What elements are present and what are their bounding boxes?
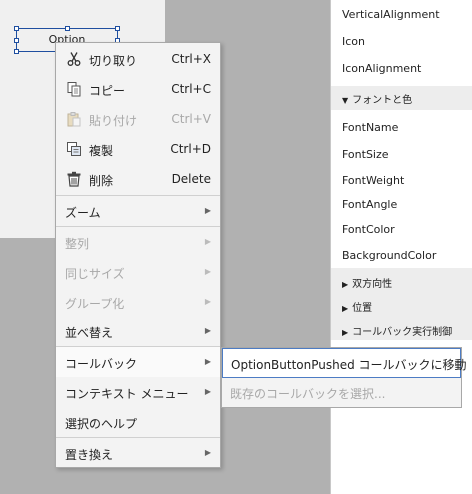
chevron-right-icon: ▶	[204, 326, 211, 335]
submenu-item-go-to-callback[interactable]: OptionButtonPushed コールバックに移動	[222, 348, 467, 378]
menu-item-label: 貼り付け	[89, 114, 138, 128]
paste-icon	[67, 112, 81, 127]
submenu-item-select-existing-callback[interactable]: 既存のコールバックを選択...	[230, 385, 385, 402]
resize-handle[interactable]	[14, 38, 19, 43]
scissors-icon	[67, 52, 81, 66]
menu-item-replace[interactable]: 置き換え ▶	[56, 438, 220, 468]
caret-right-icon: ▶	[342, 280, 349, 289]
callback-submenu: OptionButtonPushed コールバックに移動 既存のコールバックを選…	[221, 347, 467, 408]
menu-item-align[interactable]: 整列 ▶	[56, 227, 220, 257]
menu-item-duplicate[interactable]: 複製 Ctrl+D	[56, 134, 220, 164]
chevron-right-icon: ▶	[204, 387, 211, 396]
menu-item-label: コールバック	[65, 357, 138, 371]
menu-item-shortcut: Ctrl+C	[171, 82, 211, 96]
group-callback-execution[interactable]: ▶ コールバック実行制御	[342, 323, 452, 338]
menu-item-copy[interactable]: コピー Ctrl+C	[56, 74, 220, 104]
prop-icon-alignment[interactable]: IconAlignment	[342, 62, 421, 75]
chevron-right-icon: ▶	[204, 267, 211, 276]
group-bidirectional-label: 双方向性	[352, 279, 393, 290]
group-position[interactable]: ▶ 位置	[342, 299, 372, 314]
group-callback-execution-label: コールバック実行制御	[352, 327, 453, 338]
menu-item-paste[interactable]: 貼り付け Ctrl+V	[56, 104, 220, 134]
chevron-right-icon: ▶	[204, 357, 211, 366]
prop-font-weight[interactable]: FontWeight	[342, 174, 404, 187]
menu-item-label: グループ化	[65, 297, 125, 311]
menu-item-label: 同じサイズ	[65, 267, 125, 281]
menu-item-label: 並べ替え	[65, 326, 114, 340]
menu-item-context-menu[interactable]: コンテキスト メニュー ▶	[56, 377, 220, 407]
menu-item-selection-help[interactable]: 選択のヘルプ	[56, 407, 220, 437]
prop-vertical-alignment[interactable]: VerticalAlignment	[342, 8, 440, 21]
menu-item-label: 整列	[65, 237, 90, 251]
resize-handle[interactable]	[14, 26, 19, 31]
duplicate-icon	[67, 142, 81, 156]
group-position-label: 位置	[352, 303, 373, 314]
menu-item-shortcut: Ctrl+D	[170, 142, 211, 156]
menu-item-zoom[interactable]: ズーム ▶	[56, 196, 220, 226]
submenu-item-label: OptionButtonPushed コールバックに移動	[231, 358, 467, 372]
prop-font-color[interactable]: FontColor	[342, 223, 395, 236]
group-bidirectional[interactable]: ▶ 双方向性	[342, 275, 392, 290]
resize-handle[interactable]	[115, 26, 120, 31]
prop-font-angle[interactable]: FontAngle	[342, 198, 397, 211]
chevron-right-icon: ▶	[204, 237, 211, 246]
menu-item-shortcut: Ctrl+V	[171, 112, 211, 126]
menu-item-group[interactable]: グループ化 ▶	[56, 287, 220, 317]
group-font-color[interactable]: ▼ フォントと色	[331, 86, 472, 110]
caret-down-icon: ▼	[342, 96, 349, 105]
menu-item-label: 切り取り	[89, 54, 138, 68]
menu-item-shortcut: Delete	[171, 172, 211, 186]
caret-right-icon: ▶	[342, 328, 349, 337]
menu-item-label: 削除	[89, 174, 114, 188]
group-font-color-label: フォントと色	[352, 95, 413, 106]
chevron-right-icon: ▶	[204, 206, 211, 215]
menu-item-same-size[interactable]: 同じサイズ ▶	[56, 257, 220, 287]
prop-icon[interactable]: Icon	[342, 35, 365, 48]
resize-handle[interactable]	[65, 26, 70, 31]
menu-item-label: 置き換え	[65, 448, 114, 462]
prop-font-name[interactable]: FontName	[342, 121, 398, 134]
menu-item-label: ズーム	[65, 206, 101, 220]
resize-handle[interactable]	[14, 49, 19, 54]
prop-background-color[interactable]: BackgroundColor	[342, 249, 436, 262]
menu-item-label: 選択のヘルプ	[65, 417, 138, 431]
menu-item-label: 複製	[89, 144, 114, 158]
menu-item-label: コンテキスト メニュー	[65, 387, 189, 401]
property-inspector: VerticalAlignment Icon IconAlignment ▼ フォ…	[330, 0, 472, 494]
menu-item-cut[interactable]: 切り取り Ctrl+X	[56, 44, 220, 74]
menu-item-reorder[interactable]: 並べ替え ▶	[56, 316, 220, 346]
context-menu: 切り取り Ctrl+X コピー Ctrl+C 貼り付け Ctrl+V 複製 Ct…	[55, 42, 221, 468]
menu-item-shortcut: Ctrl+X	[171, 52, 211, 66]
trash-icon	[67, 171, 81, 187]
menu-item-label: コピー	[89, 84, 126, 98]
prop-font-size[interactable]: FontSize	[342, 148, 389, 161]
menu-item-callback[interactable]: コールバック ▶	[56, 347, 220, 377]
copy-icon	[67, 82, 81, 97]
menu-item-delete[interactable]: 削除 Delete	[56, 164, 220, 194]
caret-right-icon: ▶	[342, 304, 349, 313]
chevron-right-icon: ▶	[204, 448, 211, 457]
chevron-right-icon: ▶	[204, 297, 211, 306]
